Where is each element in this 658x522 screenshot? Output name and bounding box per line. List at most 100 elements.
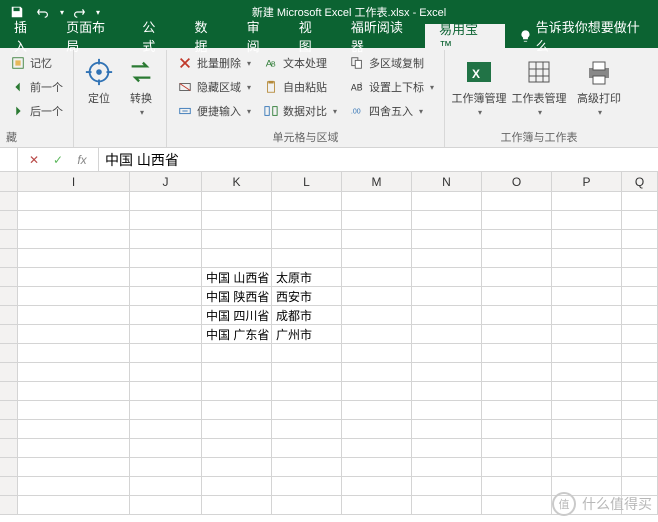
cell[interactable]: 广州市: [272, 325, 342, 344]
tab-review[interactable]: 审阅: [233, 24, 285, 48]
cell[interactable]: [482, 287, 552, 306]
cell[interactable]: [412, 268, 482, 287]
cell[interactable]: [272, 496, 342, 515]
cell[interactable]: [622, 268, 658, 287]
row-header[interactable]: [0, 477, 18, 496]
cell[interactable]: [622, 344, 658, 363]
cell[interactable]: [202, 439, 272, 458]
easy-input-button[interactable]: 便捷输入▾: [173, 100, 255, 122]
data-compare-button[interactable]: 数据对比▾: [259, 100, 341, 122]
cell[interactable]: [202, 401, 272, 420]
batch-delete-button[interactable]: 批量删除▾: [173, 52, 255, 74]
cell[interactable]: [342, 325, 412, 344]
workbook-mgr-button[interactable]: X 工作簿管理▾: [451, 52, 507, 117]
memory-button[interactable]: 记忆: [6, 52, 67, 74]
cell[interactable]: [342, 477, 412, 496]
tab-page-layout[interactable]: 页面布局: [52, 24, 128, 48]
cell[interactable]: [412, 249, 482, 268]
column-header[interactable]: J: [130, 172, 202, 191]
tab-eztools[interactable]: 易用宝 ™: [425, 24, 505, 48]
cell[interactable]: [622, 439, 658, 458]
cell[interactable]: [412, 287, 482, 306]
cell[interactable]: [552, 382, 622, 401]
cell[interactable]: [342, 230, 412, 249]
cell[interactable]: [202, 363, 272, 382]
cell[interactable]: [622, 192, 658, 211]
chevron-down-icon[interactable]: ▾: [60, 8, 64, 17]
tab-data[interactable]: 数据: [181, 24, 233, 48]
cell[interactable]: [272, 230, 342, 249]
cell[interactable]: [342, 344, 412, 363]
cell[interactable]: [552, 211, 622, 230]
cell[interactable]: [202, 420, 272, 439]
row-header[interactable]: [0, 439, 18, 458]
hide-area-button[interactable]: 隐藏区域▾: [173, 76, 255, 98]
cell[interactable]: [18, 382, 130, 401]
cell[interactable]: [272, 382, 342, 401]
row-header[interactable]: [0, 496, 18, 515]
cell[interactable]: [482, 439, 552, 458]
cell[interactable]: 成都市: [272, 306, 342, 325]
column-header[interactable]: N: [412, 172, 482, 191]
cell[interactable]: [130, 192, 202, 211]
tab-foxit[interactable]: 福昕阅读器: [337, 24, 425, 48]
cell[interactable]: [552, 306, 622, 325]
cell[interactable]: 太原市: [272, 268, 342, 287]
text-process-button[interactable]: AB文本处理: [259, 52, 341, 74]
cell[interactable]: [342, 439, 412, 458]
column-header[interactable]: P: [552, 172, 622, 191]
cell[interactable]: [272, 211, 342, 230]
cell[interactable]: [18, 287, 130, 306]
formula-input[interactable]: 中国 山西省: [99, 148, 658, 171]
cell[interactable]: [622, 420, 658, 439]
cell[interactable]: [18, 211, 130, 230]
cell[interactable]: [272, 477, 342, 496]
cell[interactable]: [272, 420, 342, 439]
cell[interactable]: [130, 382, 202, 401]
cell[interactable]: [342, 268, 412, 287]
cell[interactable]: [18, 458, 130, 477]
cell[interactable]: [552, 192, 622, 211]
row-header[interactable]: [0, 230, 18, 249]
next-button[interactable]: 后一个: [6, 100, 67, 122]
free-paste-button[interactable]: 自由粘贴: [259, 76, 341, 98]
tab-view[interactable]: 视图: [285, 24, 337, 48]
cell[interactable]: [342, 363, 412, 382]
cell[interactable]: [482, 230, 552, 249]
cell[interactable]: [412, 211, 482, 230]
cell[interactable]: 中国 山西省: [202, 268, 272, 287]
cell[interactable]: [18, 306, 130, 325]
cell[interactable]: [342, 306, 412, 325]
convert-button[interactable]: 转换▾: [122, 52, 160, 117]
cell[interactable]: [202, 477, 272, 496]
cell[interactable]: [552, 439, 622, 458]
cell[interactable]: [202, 211, 272, 230]
cell[interactable]: [622, 306, 658, 325]
cell[interactable]: [272, 401, 342, 420]
cell[interactable]: [130, 401, 202, 420]
cell[interactable]: [482, 306, 552, 325]
cell[interactable]: 西安市: [272, 287, 342, 306]
cell[interactable]: 中国 陕西省: [202, 287, 272, 306]
row-header[interactable]: [0, 268, 18, 287]
cell[interactable]: [412, 477, 482, 496]
cell[interactable]: [202, 344, 272, 363]
cell[interactable]: [130, 439, 202, 458]
fx-button[interactable]: fx: [70, 148, 94, 171]
cell[interactable]: [342, 401, 412, 420]
row-header[interactable]: [0, 363, 18, 382]
cell[interactable]: [552, 249, 622, 268]
cell[interactable]: [130, 458, 202, 477]
name-box[interactable]: [0, 148, 18, 171]
row-header[interactable]: [0, 458, 18, 477]
cell[interactable]: [130, 496, 202, 515]
adv-print-button[interactable]: 高级打印▾: [571, 52, 627, 117]
cell[interactable]: [552, 344, 622, 363]
column-header[interactable]: I: [18, 172, 130, 191]
cell[interactable]: [272, 344, 342, 363]
row-header[interactable]: [0, 420, 18, 439]
cell[interactable]: [412, 458, 482, 477]
cell[interactable]: [18, 401, 130, 420]
cell[interactable]: [342, 458, 412, 477]
cell[interactable]: [342, 249, 412, 268]
